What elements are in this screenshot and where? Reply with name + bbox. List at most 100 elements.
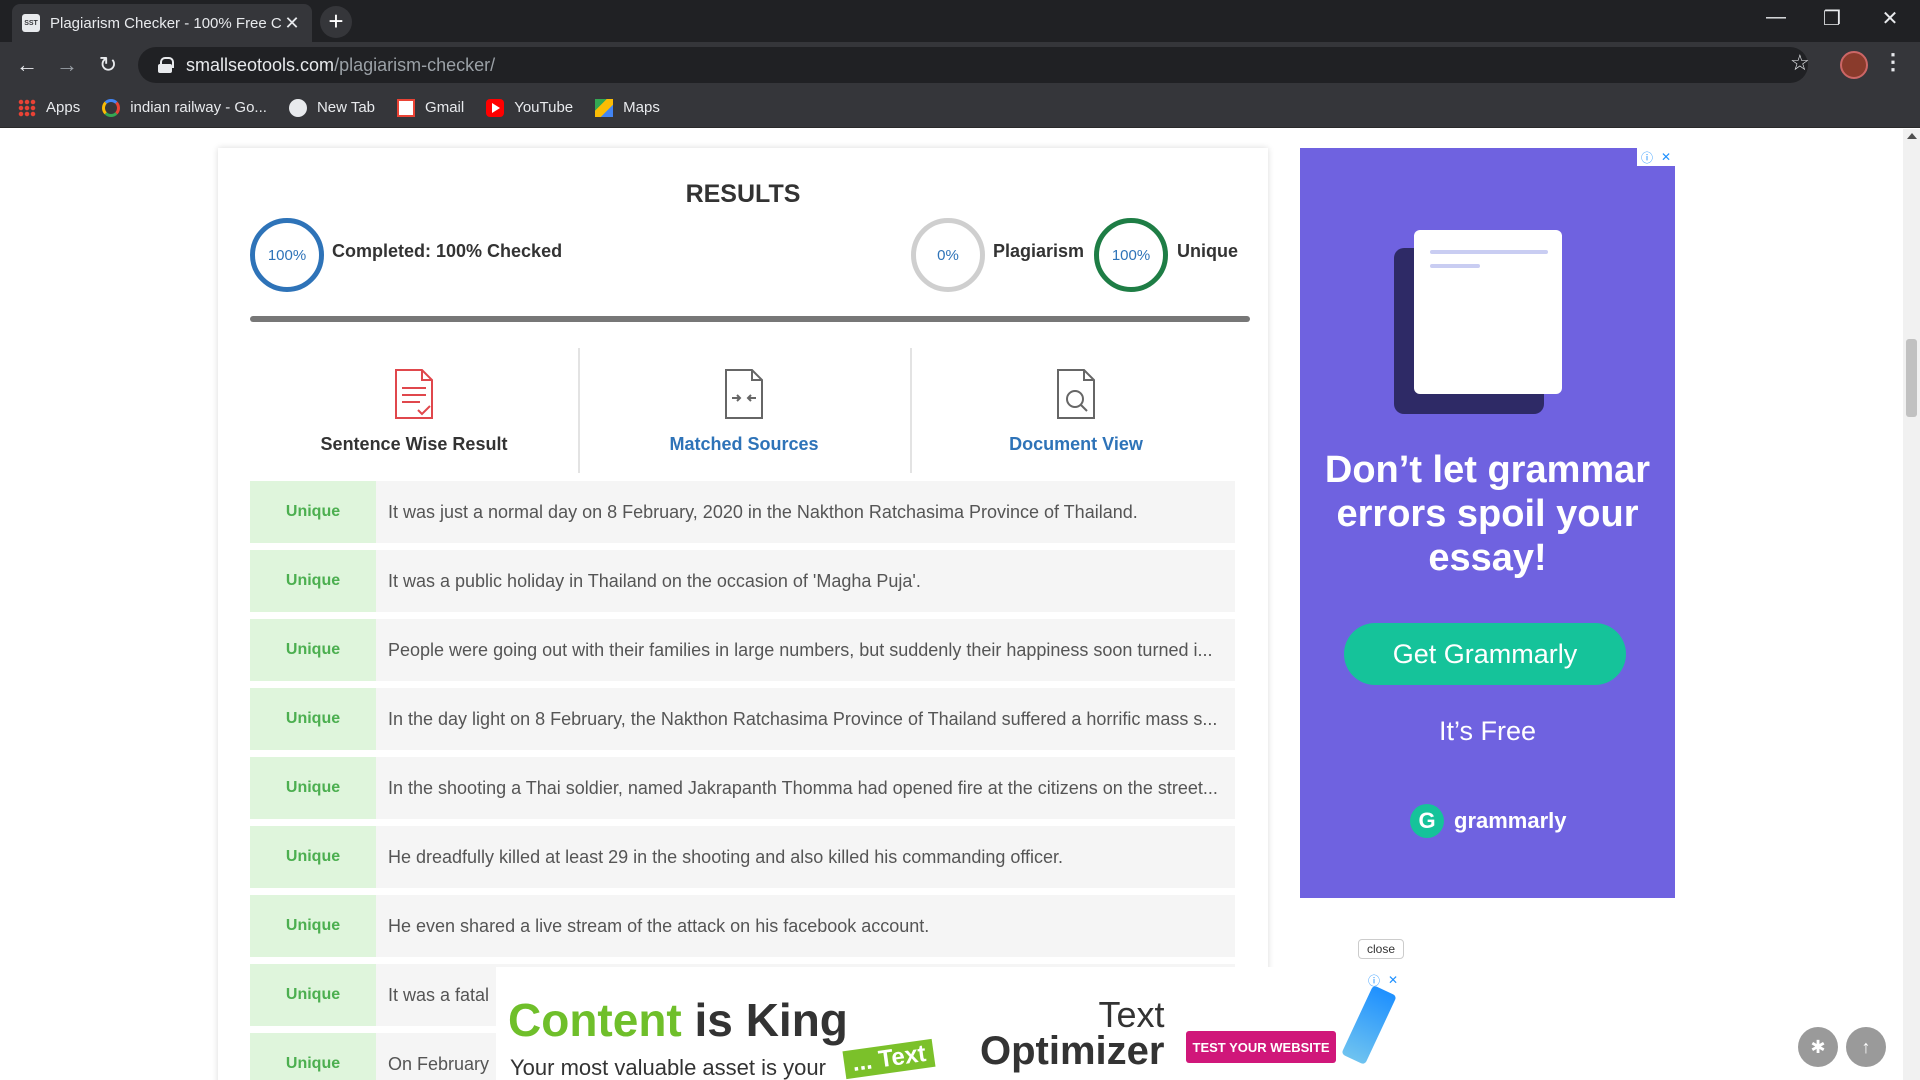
restore-icon[interactable]: ❐ [1812,6,1852,31]
bug-icon[interactable]: ✱ [1798,1027,1838,1067]
new-tab-button[interactable]: + [320,6,352,38]
plagiarism-ring: 0% [911,218,985,292]
sentence-text: It was just a normal day on 8 February, … [388,501,1138,522]
bookmark-label: Gmail [425,99,465,116]
sentence-row[interactable]: Unique People were going out with their f… [250,619,1235,681]
status-badge: Unique [250,550,376,612]
compare-document-icon [725,369,763,419]
results-heading: RESULTS [685,180,801,208]
sentence-row[interactable]: Unique In the day light on 8 February, th… [250,688,1235,750]
title-part: King [745,994,848,1046]
sentence-text: In the shooting a Thai soldier, named Ja… [388,777,1218,798]
tab-title: Plagiarism Checker - 100% Free C [50,14,282,32]
page-scrollbar[interactable] [1903,129,1920,1080]
tab-sentence-wise-result[interactable]: Sentence Wise Result [250,348,578,473]
ad-headline: Don’t let grammar errors spoil your essa… [1324,449,1651,579]
sentence-row[interactable]: Unique In the shooting a Thai soldier, na… [250,757,1235,819]
bookmark-apps[interactable]: Apps [18,98,80,117]
tab-label: Matched Sources [669,434,819,454]
title-part: is [694,994,733,1046]
sentence-row[interactable]: Unique He even shared a live stream of th… [250,895,1235,957]
ad-info-icon[interactable]: ⓘ [1641,149,1653,166]
gmail-icon [397,98,416,117]
page-content: RESULTS 100% Completed: 100% Checked 0% … [0,129,1920,1080]
bookmark-label: New Tab [316,99,376,116]
sentence-row[interactable]: Unique It was just a normal day on 8 Febr… [250,481,1235,543]
get-grammarly-button[interactable]: Get Grammarly [1344,623,1626,685]
sentence-row[interactable]: Unique He dreadfully killed at least 29 i… [250,826,1235,888]
bookmarks-bar: Apps indian railway - Go... New Tab Gmai… [0,88,1920,128]
forward-arrow-icon[interactable]: → [52,50,82,80]
status-badge: Unique [250,895,376,957]
ad-choices[interactable]: ⓘ ✕ [1364,971,1402,989]
ad-close-icon[interactable]: ✕ [1388,973,1398,987]
sentence-row[interactable]: Unique It was a public holiday in Thailan… [250,550,1235,612]
text-optimizer-ad[interactable]: ⓘ ✕ Content is King Your most valuable as… [496,967,1406,1080]
brand-name: grammarly [1454,808,1567,833]
status-badge: Unique [250,481,376,543]
status-badge: Unique [250,1033,376,1080]
bookmark-maps[interactable]: Maps [595,98,660,117]
ad-subtitle: Your most valuable asset is your [510,1055,826,1080]
ad-choices[interactable]: ⓘ ✕ [1637,148,1675,166]
scroll-up-icon[interactable] [1907,133,1917,139]
sentence-text: He dreadfully killed at least 29 in the … [388,846,1064,867]
completed-progress-ring: 100% [250,218,324,292]
result-view-tabs: Sentence Wise Result Matched Sources Doc… [250,348,1235,473]
pen-icon [1341,985,1397,1065]
grammarly-ad[interactable]: ⓘ ✕ Don’t let grammar errors spoil your e… [1300,148,1675,898]
status-badge: Unique [250,688,376,750]
text-optimizer-logo: Text Optimizer [980,997,1164,1072]
sentence-text: It was a fatal [388,984,490,1005]
bookmark-new-tab[interactable]: New Tab [288,98,376,117]
content-is-king-title: Content is King [508,993,848,1047]
url-host: smallseotools.com [186,54,335,75]
sentence-document-icon [395,369,433,419]
sentence-text: On February [388,1053,490,1074]
youtube-icon [486,98,505,117]
menu-kebab-icon[interactable]: ⋮ [1882,49,1904,75]
text-tag: ... Text [842,1038,936,1080]
status-badge: Unique [250,619,376,681]
bookmark-star-icon[interactable]: ☆ [1790,50,1810,76]
browser-tab-bar: SST Plagiarism Checker - 100% Free C ✕ +… [0,0,1920,42]
results-card: RESULTS 100% Completed: 100% Checked 0% … [218,148,1268,1080]
ad-close-icon[interactable]: ✕ [1661,150,1671,164]
document-illustration [1414,230,1562,394]
status-badge: Unique [250,964,376,1026]
plagiarism-label: Plagiarism [993,241,1085,261]
address-bar[interactable]: smallseotools.com/plagiarism-checker/ [138,47,1808,83]
browser-toolbar: ← → ↻ smallseotools.com/plagiarism-check… [0,42,1920,88]
sentence-text: In the day light on 8 February, the Nakt… [388,708,1218,729]
bookmark-indian-railway[interactable]: indian railway - Go... [102,98,267,117]
bookmark-label: indian railway - Go... [130,99,267,116]
sentence-text: He even shared a live stream of the atta… [388,915,930,936]
search-document-icon [1057,369,1095,419]
minimize-icon[interactable]: — [1756,6,1796,29]
tab-matched-sources[interactable]: Matched Sources [580,348,908,473]
bookmark-youtube[interactable]: YouTube [486,98,574,117]
scroll-to-top-icon[interactable]: ↑ [1846,1027,1886,1067]
browser-tab[interactable]: SST Plagiarism Checker - 100% Free C ✕ [12,4,312,42]
scrollbar-thumb[interactable] [1906,339,1917,417]
window-close-icon[interactable]: ✕ [1870,6,1910,31]
globe-icon [288,98,307,117]
site-favicon-icon: SST [22,14,40,32]
apps-grid-icon [18,98,36,117]
profile-avatar[interactable] [1840,51,1868,79]
status-badge: Unique [250,826,376,888]
test-your-website-button[interactable]: TEST YOUR WEBSITE [1186,1031,1336,1063]
reload-icon[interactable]: ↻ [93,50,123,80]
bookmark-gmail[interactable]: Gmail [397,98,465,117]
close-tab-icon[interactable]: ✕ [282,13,302,34]
grammarly-logo: Ggrammarly [1410,804,1567,838]
status-badge: Unique [250,757,376,819]
sentence-text: It was a public holiday in Thailand on t… [388,570,921,591]
back-arrow-icon[interactable]: ← [12,50,42,80]
tab-label: Sentence Wise Result [320,434,508,454]
tab-label: Document View [1009,434,1143,454]
tab-document-view[interactable]: Document View [912,348,1240,473]
ad-close-button[interactable]: close [1358,939,1404,959]
plagiarism-percent: 0% [937,246,959,264]
bookmark-label: YouTube [514,99,574,116]
